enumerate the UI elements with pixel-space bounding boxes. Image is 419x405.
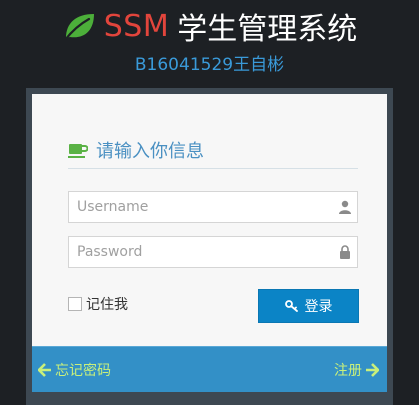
coffee-cup-icon <box>68 144 88 158</box>
arrow-left-icon <box>38 363 51 377</box>
remember-me-checkbox[interactable] <box>68 297 82 311</box>
register-link[interactable]: 注册 <box>334 360 379 380</box>
app-title: SSM 学生管理系统 <box>0 6 419 47</box>
arrow-right-icon <box>366 363 379 377</box>
student-id-subtitle: B16041529王自彬 <box>134 55 285 75</box>
register-label: 注册 <box>334 363 362 379</box>
remember-me-label: 记住我 <box>86 297 128 313</box>
user-icon <box>339 200 351 214</box>
login-panel: 请输入你信息 记住我 登录 <box>26 88 393 405</box>
username-input[interactable] <box>69 192 327 222</box>
lock-icon <box>340 245 350 259</box>
login-form: 请输入你信息 记住我 登录 <box>32 94 387 346</box>
form-heading-text: 请输入你信息 <box>96 141 204 162</box>
password-input[interactable] <box>69 237 327 267</box>
username-field-wrapper <box>68 191 358 223</box>
forgot-password-link[interactable]: 忘记密码 <box>38 360 111 380</box>
forgot-password-label: 忘记密码 <box>55 363 111 379</box>
login-button-label: 登录 <box>304 299 333 315</box>
title-brand: SSM <box>103 8 170 44</box>
remember-me[interactable]: 记住我 <box>68 294 128 314</box>
password-field-wrapper <box>68 236 358 268</box>
leaf-icon <box>63 14 94 41</box>
title-text: 学生管理系统 <box>177 12 358 47</box>
login-footer: 忘记密码 注册 <box>32 346 387 392</box>
key-icon <box>284 300 298 312</box>
form-heading: 请输入你信息 <box>68 132 358 169</box>
login-button[interactable]: 登录 <box>258 289 359 323</box>
